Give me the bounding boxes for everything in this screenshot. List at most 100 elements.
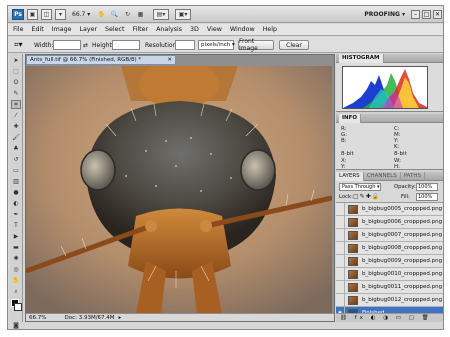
blur-tool-icon[interactable]: ●	[11, 188, 21, 197]
path-selection-tool-icon[interactable]: ▶	[11, 232, 21, 241]
bridge-icon[interactable]: ▣	[27, 9, 38, 20]
fill-input[interactable]: 100%	[416, 193, 438, 201]
height-input[interactable]	[112, 40, 140, 50]
healing-brush-tool-icon[interactable]: ✚	[11, 122, 21, 131]
visibility-eye-icon[interactable]	[336, 267, 345, 281]
layers-panel: LAYERS CHANNELS PATHS Pass Through ▾ Opa…	[336, 171, 443, 322]
tab-paths[interactable]: PATHS	[401, 171, 425, 181]
quick-select-tool-icon[interactable]: ✎	[11, 89, 21, 98]
tab-histogram[interactable]: HISTOGRAM	[339, 53, 384, 63]
type-tool-icon[interactable]: T	[11, 221, 21, 230]
layer-row[interactable]: b_bigbug0012_croppped.png	[336, 293, 443, 307]
layers-list: b_bigbug0005_croppped.png b_bigbug0006_c…	[336, 203, 443, 322]
gradient-tool-icon[interactable]: ▥	[11, 177, 21, 186]
info-k: K:	[394, 144, 400, 150]
zoom-tool-icon[interactable]: ⌕	[11, 287, 21, 296]
status-arrow-icon[interactable]: ▸	[119, 315, 122, 321]
menu-select[interactable]: Select	[105, 26, 124, 33]
visibility-eye-icon[interactable]	[336, 203, 345, 216]
background-color-swatch[interactable]	[14, 303, 22, 311]
tab-info[interactable]: INFO	[339, 113, 362, 123]
marquee-tool-icon[interactable]: ⬚	[11, 67, 21, 76]
swap-icon[interactable]: ⇄	[83, 40, 88, 50]
tab-channels[interactable]: CHANNELS	[364, 171, 401, 181]
menu-filter[interactable]: Filter	[132, 26, 148, 33]
image-canvas[interactable]	[25, 60, 333, 314]
menu-image[interactable]: Image	[52, 26, 72, 33]
3d-camera-tool-icon[interactable]: ◎	[11, 265, 21, 274]
opacity-input[interactable]: 100%	[416, 183, 438, 191]
layer-row[interactable]: b_bigbug0011_croppped.png	[336, 280, 443, 294]
arrange-documents-icon[interactable]: ▤▾	[153, 9, 169, 20]
crop-tool-icon[interactable]: ⌗▾	[14, 40, 23, 50]
visibility-eye-icon[interactable]	[336, 280, 345, 294]
mini-bridge-icon[interactable]: ◫	[41, 9, 52, 20]
layer-row[interactable]: b_bigbug0007_croppped.png	[336, 228, 443, 242]
eraser-tool-icon[interactable]: ▭	[11, 166, 21, 175]
visibility-eye-icon[interactable]	[336, 293, 345, 307]
layer-thumbnail	[348, 269, 358, 279]
blend-mode-select[interactable]: Pass Through ▾	[339, 183, 381, 191]
status-zoom[interactable]: 66.7%	[29, 315, 46, 321]
color-swatches[interactable]	[10, 299, 22, 319]
layer-name: b_bigbug0009_croppped.png	[362, 258, 443, 264]
screen-mode-icon[interactable]: ▣▾	[175, 9, 191, 20]
menu-file[interactable]: File	[13, 26, 24, 33]
layer-row[interactable]: b_bigbug0010_croppped.png	[336, 267, 443, 281]
brush-tool-icon[interactable]: 🖌	[11, 133, 21, 142]
layer-row[interactable]: b_bigbug0006_croppped.png	[336, 215, 443, 229]
lock-icons[interactable]: ▢✎✚🔒	[353, 193, 380, 200]
layer-row[interactable]: b_bigbug0005_croppped.png	[336, 203, 443, 216]
menu-3d[interactable]: 3D	[190, 26, 199, 33]
workspace-switcher[interactable]: PROOFING ▾	[364, 9, 405, 20]
shape-tool-icon[interactable]: ▬	[11, 243, 21, 252]
visibility-eye-icon[interactable]	[336, 228, 345, 242]
width-input[interactable]	[53, 40, 81, 50]
menu-edit[interactable]: Edit	[32, 26, 44, 33]
document-close-icon[interactable]: ✕	[167, 57, 172, 63]
hand-tool-icon[interactable]: ✋	[96, 9, 107, 20]
pen-tool-icon[interactable]: ✒	[11, 210, 21, 219]
3d-rotate-tool-icon[interactable]: ✺	[11, 254, 21, 263]
photoshop-logo: Ps	[12, 9, 24, 20]
grid-icon[interactable]: ▦	[135, 9, 146, 20]
visibility-eye-icon[interactable]	[336, 241, 345, 255]
resolution-unit-select[interactable]: pixels/inch ▾	[198, 40, 235, 50]
tab-layers[interactable]: LAYERS	[336, 171, 364, 181]
extras-icon[interactable]: ▾	[55, 9, 66, 20]
eyedropper-tool-icon[interactable]: ⁄	[11, 111, 21, 120]
quick-mask-icon[interactable]: ◙	[11, 321, 21, 329]
menu-analysis[interactable]: Analysis	[156, 26, 182, 33]
clear-button[interactable]: Clear	[279, 40, 309, 50]
menu-help[interactable]: Help	[263, 26, 277, 33]
close-button[interactable]: ✕	[433, 10, 442, 19]
maximize-button[interactable]: □	[422, 10, 431, 19]
layer-row[interactable]: b_bigbug0009_croppped.png	[336, 254, 443, 268]
layer-thumbnail	[348, 230, 358, 240]
hand-tool-icon[interactable]: ✋	[11, 276, 21, 285]
menu-view[interactable]: View	[207, 26, 222, 33]
application-bar: Ps ▣ ◫ ▾ 66.7 ▾ ✋ 🔍 ↻ ▦ ▤▾ ▣▾ PROOFING ▾…	[8, 6, 443, 23]
move-tool-icon[interactable]: ➤	[11, 56, 21, 65]
rotate-view-icon[interactable]: ↻	[122, 9, 133, 20]
zoom-tool-icon[interactable]: 🔍	[109, 9, 120, 20]
menu-layer[interactable]: Layer	[79, 26, 97, 33]
crop-tool-icon[interactable]: ⌗	[11, 100, 21, 109]
layer-name: b_bigbug0007_croppped.png	[362, 232, 443, 238]
dodge-tool-icon[interactable]: ◐	[11, 199, 21, 208]
layer-row[interactable]: b_bigbug0008_croppped.png	[336, 241, 443, 255]
visibility-eye-icon[interactable]	[336, 215, 345, 229]
document-tab[interactable]: Ants_full.tif @ 66.7% (Finished, RGB/8) …	[26, 55, 176, 65]
layers-panel-tabs: LAYERS CHANNELS PATHS	[336, 171, 443, 181]
history-brush-tool-icon[interactable]: ↺	[11, 155, 21, 164]
info-y-coord: Y:	[341, 164, 346, 170]
front-image-button[interactable]: Front Image	[238, 38, 274, 52]
visibility-eye-icon[interactable]	[336, 254, 345, 268]
zoom-level[interactable]: 66.7 ▾	[72, 9, 90, 20]
layer-action-icons[interactable]: ⛓ fx ◐ ◑ ▭ ▢ 🗑	[340, 315, 432, 321]
resolution-input[interactable]	[175, 40, 195, 50]
minimize-button[interactable]: –	[411, 10, 420, 19]
menu-window[interactable]: Window	[230, 26, 255, 33]
lasso-tool-icon[interactable]: ʘ	[11, 78, 21, 87]
clone-stamp-tool-icon[interactable]: ♣	[11, 144, 21, 153]
